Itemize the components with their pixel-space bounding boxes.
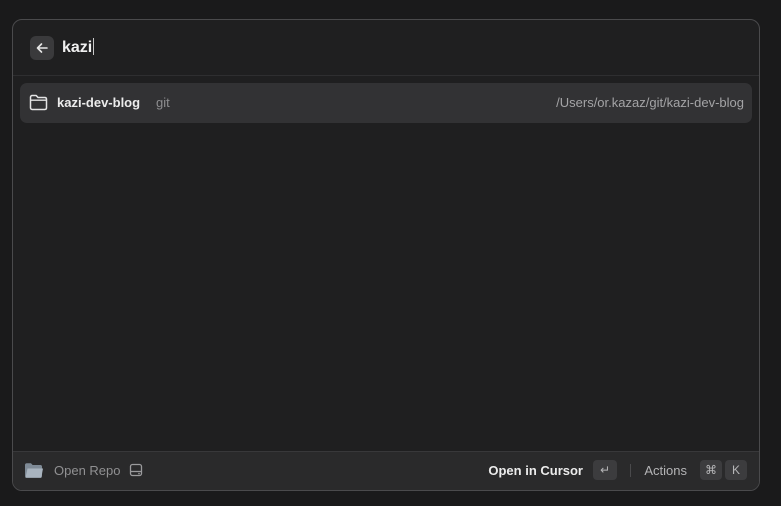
result-title: kazi-dev-blog [57, 95, 141, 110]
k-key-hint: K [725, 460, 747, 480]
action-bar: Open Repo Open in Cursor ↵ Actions ⌘ K [13, 451, 759, 490]
results-list: kazi-dev-blog git /Users/or.kazaz/git/ka… [20, 83, 752, 123]
footer-divider [630, 464, 631, 477]
extension-name: Open Repo [54, 463, 121, 478]
command-key-hint: ⌘ [700, 460, 722, 480]
folder-icon [25, 463, 43, 478]
open-in-cursor-button[interactable]: Open in Cursor [488, 463, 583, 478]
folder-icon [29, 94, 48, 111]
drive-icon [129, 463, 143, 477]
result-subtitle: git [156, 95, 170, 110]
search-query: kazi [62, 39, 93, 56]
enter-key-hint: ↵ [593, 460, 617, 480]
search-bar: kazi [13, 20, 759, 76]
actions-button[interactable]: Actions [644, 463, 687, 478]
arrow-left-icon [36, 43, 48, 53]
list-item[interactable]: kazi-dev-blog git /Users/or.kazaz/git/ka… [20, 83, 752, 123]
launcher-window: kazi kazi-dev-blog git /Users/or.kazaz/g… [12, 19, 760, 491]
search-input[interactable]: kazi [62, 37, 95, 59]
text-caret [93, 37, 95, 55]
back-button[interactable] [30, 36, 54, 60]
result-path: /Users/or.kazaz/git/kazi-dev-blog [556, 95, 744, 110]
